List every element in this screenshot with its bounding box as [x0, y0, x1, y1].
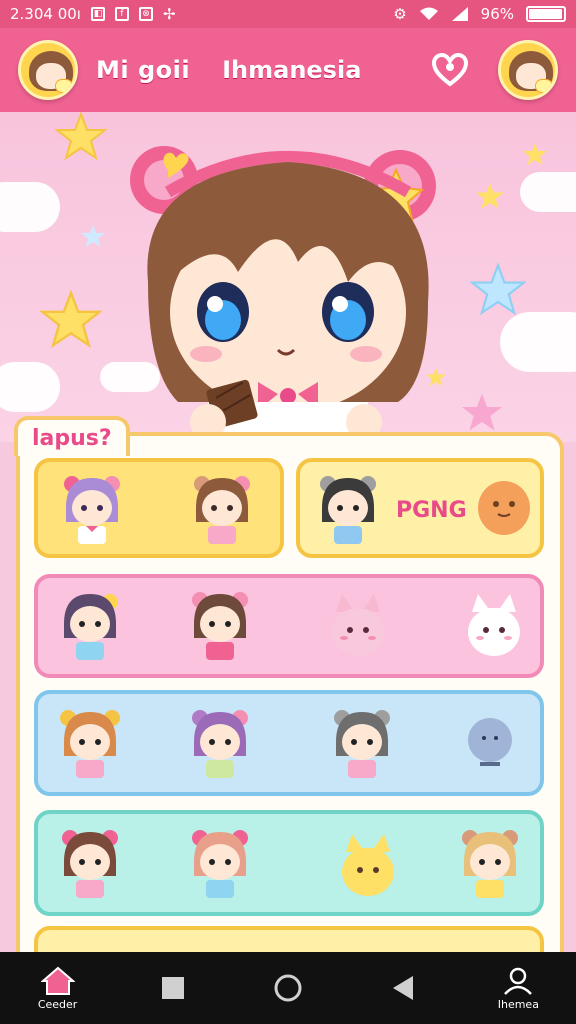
back-triangle-icon: [393, 976, 414, 1000]
facebook-icon: f: [114, 7, 129, 21]
chibi-character: [62, 830, 118, 898]
friend-avatar[interactable]: [498, 40, 558, 100]
notification-icon: ◧: [90, 7, 105, 21]
home-icon: [40, 966, 75, 995]
character-card[interactable]: [34, 458, 284, 558]
chibi-character: [194, 476, 250, 544]
white-cat-icon: [468, 594, 520, 656]
blue-ball-pet-icon: [468, 718, 512, 766]
download-icon: ✢: [162, 5, 176, 23]
cloud: [0, 362, 60, 412]
cloud: [500, 312, 576, 372]
nav-back[interactable]: [363, 952, 443, 1024]
battery-text: 96%: [480, 5, 514, 23]
user-avatar[interactable]: [18, 40, 78, 100]
status-bar: 2.304 00ı ◧ f ⊗ ✢ ⚙ 96%: [0, 0, 576, 28]
nav-home-label: Ceeder: [37, 997, 78, 1011]
chibi-character: [192, 710, 248, 778]
chibi-character: [192, 830, 248, 898]
hero-character: [130, 146, 436, 442]
chibi-character: [334, 710, 390, 778]
circle-icon: [274, 974, 302, 1002]
panel-tab-label: lapus?: [32, 425, 112, 451]
favorite-button[interactable]: [430, 50, 470, 90]
pink-cat-icon: [332, 594, 384, 656]
star-icon: [470, 262, 526, 316]
square-icon: [161, 977, 184, 999]
character-row[interactable]: [34, 690, 544, 796]
nav-home[interactable]: Ceeder: [18, 952, 98, 1024]
gear-status-icon: ⚙: [393, 5, 407, 23]
star-icon: [476, 183, 504, 209]
person-icon: [504, 967, 533, 995]
nav-profile-label: Ihemea: [497, 997, 539, 1011]
signal-icon: [451, 7, 468, 21]
nav-bar: Ceeder Ihemea: [0, 952, 576, 1024]
star-icon: [81, 225, 105, 247]
character-card[interactable]: PGNG: [296, 458, 544, 558]
star-icon: [462, 393, 502, 431]
star-icon: [523, 143, 547, 165]
star-icon: [55, 112, 107, 160]
chibi-character: [192, 592, 248, 660]
battery-icon: [526, 6, 566, 22]
status-time: 2.304 00ı: [10, 5, 81, 23]
heart-outline-icon: [432, 53, 468, 87]
wifi-icon: [419, 7, 438, 20]
app-title: Mi goii: [96, 56, 191, 84]
chibi-character: [64, 476, 120, 544]
card-label: PGNG: [396, 498, 467, 523]
nav-home-circle[interactable]: [248, 952, 328, 1024]
chibi-character: [60, 710, 120, 778]
battery-fill: [529, 9, 562, 19]
nav-profile[interactable]: Ihemea: [478, 952, 558, 1024]
cloud: [0, 182, 60, 232]
app-bar: Mi goii Ihmanesia: [0, 28, 576, 112]
character-row[interactable]: [34, 810, 544, 916]
chibi-character: [64, 594, 118, 660]
panel-tab[interactable]: lapus?: [14, 416, 130, 456]
character-row[interactable]: [34, 574, 544, 678]
star-icon: [40, 290, 102, 348]
cloud: [520, 172, 576, 212]
yellow-cat-icon: [342, 834, 394, 896]
chibi-character: [320, 476, 376, 544]
chibi-character: [462, 830, 518, 898]
app-subtitle: Ihmanesia: [222, 56, 362, 84]
nav-recents[interactable]: [133, 952, 213, 1024]
hero-banner: [0, 112, 576, 442]
orange-pet-icon: [478, 481, 530, 535]
app-notify-icon: ⊗: [138, 7, 153, 21]
